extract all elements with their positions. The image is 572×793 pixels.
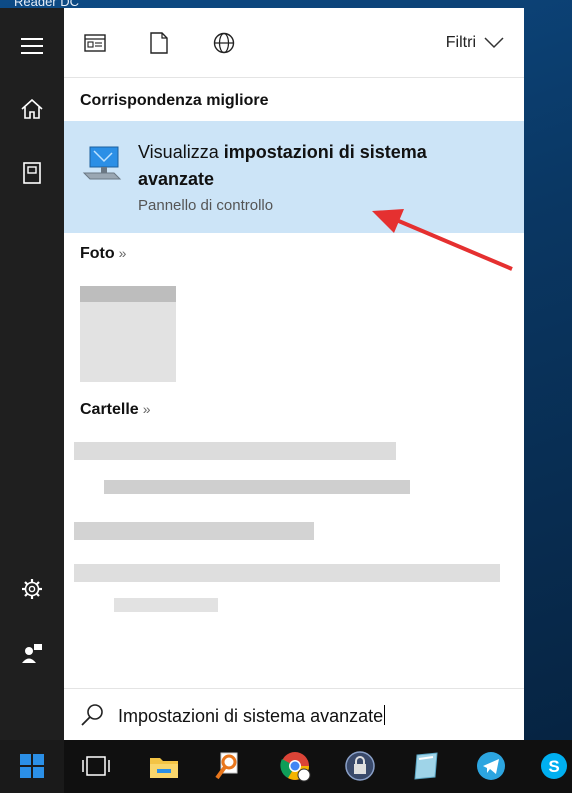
best-match-header: Corrispondenza migliore xyxy=(80,92,269,109)
best-match-title: Visualizza impostazioni di sistema avanz… xyxy=(138,139,498,193)
chrome-icon xyxy=(280,752,311,782)
search-results: Corrispondenza migliore Visualizza impos… xyxy=(64,78,524,688)
web-globe-icon xyxy=(213,32,235,54)
user-feedback-icon xyxy=(22,644,42,663)
best-match-subtitle: Pannello di controllo xyxy=(138,197,274,214)
notes-button[interactable] xyxy=(408,748,444,784)
web-scope-button[interactable] xyxy=(211,30,237,56)
telegram-icon xyxy=(477,752,505,780)
folders-header[interactable]: Cartelle» xyxy=(80,401,151,419)
settings-gear-icon xyxy=(22,579,42,599)
search-panel: Filtri Corrispondenza migliore Visualizz… xyxy=(64,8,524,740)
documents-icon xyxy=(23,162,41,184)
documents-button[interactable] xyxy=(0,149,64,197)
folders-header-chevron: » xyxy=(142,401,151,417)
filters-dropdown[interactable]: Filtri xyxy=(446,34,504,52)
telegram-button[interactable] xyxy=(473,748,509,784)
start-button[interactable] xyxy=(0,740,64,793)
text-caret xyxy=(384,705,386,725)
folders-header-label: Cartelle xyxy=(80,401,139,418)
photos-header-label: Foto xyxy=(80,245,115,262)
documents-scope-button[interactable] xyxy=(146,30,172,56)
skype-button[interactable]: S xyxy=(536,748,572,784)
folder-path-blurred-3 xyxy=(114,598,218,612)
search-icon xyxy=(80,703,104,732)
folder-result-blurred[interactable] xyxy=(74,442,396,460)
search-box[interactable]: Impostazioni di sistema avanzate xyxy=(64,688,524,740)
folder-result-blurred-2[interactable] xyxy=(74,522,314,540)
notes-icon xyxy=(414,752,438,780)
file-explorer-icon xyxy=(150,758,178,778)
hamburger-icon xyxy=(21,38,43,54)
start-left-rail xyxy=(0,8,64,740)
file-explorer-button[interactable] xyxy=(146,748,182,784)
filters-label: Filtri xyxy=(445,34,476,51)
search-input-value: Impostazioni di sistema avanzate xyxy=(118,706,384,726)
task-view-button[interactable] xyxy=(78,748,114,784)
svg-text:S: S xyxy=(548,757,559,776)
search-input[interactable]: Impostazioni di sistema avanzate xyxy=(118,705,386,727)
home-button[interactable] xyxy=(0,85,64,133)
feedback-button[interactable] xyxy=(0,629,64,677)
computer-settings-icon xyxy=(80,143,124,192)
best-match-title-prefix: Visualizza xyxy=(138,142,224,162)
folder-result-blurred-3[interactable] xyxy=(74,564,500,582)
chevron-down-icon xyxy=(484,37,504,49)
folder-path-blurred xyxy=(104,480,410,494)
menu-button[interactable] xyxy=(0,22,64,70)
photos-header-chevron: » xyxy=(118,245,127,261)
start-icon xyxy=(20,754,44,778)
chrome-button[interactable] xyxy=(277,748,313,784)
taskbar: S xyxy=(0,740,572,793)
apps-scope-button[interactable] xyxy=(82,30,108,56)
apps-icon xyxy=(84,34,106,52)
vpn-button[interactable] xyxy=(342,748,378,784)
photos-header[interactable]: Foto» xyxy=(80,245,126,263)
skype-icon: S xyxy=(541,753,567,779)
search-scope-toolbar: Filtri xyxy=(64,8,524,78)
task-view-icon xyxy=(82,756,110,776)
home-icon xyxy=(21,99,43,119)
vpn-lock-icon xyxy=(345,751,375,781)
search-magnifier-app-icon xyxy=(215,752,238,780)
document-icon xyxy=(150,32,168,54)
search-app-button[interactable] xyxy=(210,748,246,784)
annotation-arrow xyxy=(372,209,513,271)
settings-button[interactable] xyxy=(0,565,64,613)
photo-thumbnail-blurred[interactable] xyxy=(80,286,176,382)
